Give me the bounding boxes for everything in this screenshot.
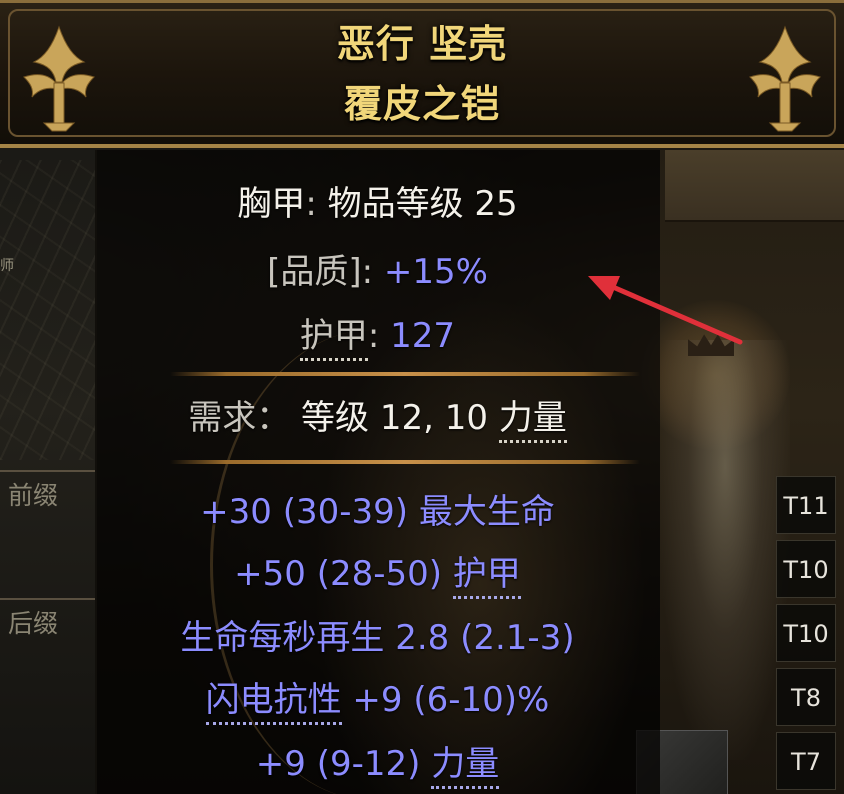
game-screen: 师 前缀 后缀 恶行 坚壳 覆皮之铠 胸甲: 物品等级 25 [品质]: +15… — [0, 0, 844, 794]
armour-label: 护甲 — [299, 316, 368, 361]
item-class-line: 胸甲: 物品等级 25 — [237, 184, 518, 224]
left-panel-texture — [0, 160, 95, 460]
modifier-tier-badge: T11 — [776, 476, 836, 534]
modifier-line: 闪电抗性 +9 (6-10)% — [95, 672, 660, 725]
requirements-label: 需求： — [188, 398, 291, 438]
modifier-text: +30 (30-39) 最大生命 — [200, 492, 555, 532]
modifier-text: 生命每秒再生 2.8 (2.1-3) — [180, 618, 575, 658]
item-class-label: 胸甲 — [237, 184, 306, 224]
item-name-header: 恶行 坚壳 覆皮之铠 — [0, 0, 844, 148]
requirements-stat: 力量 — [498, 398, 567, 443]
left-panel-divider — [0, 598, 95, 600]
tooltip-separator — [170, 460, 640, 464]
modifier-tier-badge: T7 — [776, 732, 836, 790]
armour-value: 127 — [390, 316, 456, 356]
item-name-line-1: 恶行 坚壳 — [336, 22, 508, 66]
modifier-keyword: 护甲 — [452, 554, 521, 599]
left-panel-small-tag: 师 — [0, 258, 14, 274]
prefix-section-label: 前缀 — [8, 481, 59, 510]
modifier-line: 生命每秒再生 2.8 (2.1-3) — [95, 610, 660, 659]
requirements-line: 需求： 等级 12, 10 力量 — [95, 390, 660, 443]
king-statue — [660, 340, 790, 760]
quality-line: [品质]: +15% — [95, 244, 660, 293]
modifier-text: +50 (28-50) — [234, 554, 453, 594]
item-level-label: 物品等级 — [327, 184, 464, 224]
item-name-line-2: 覆皮之铠 — [343, 82, 500, 126]
quality-value: +15% — [383, 252, 488, 292]
modifier-keyword: 力量 — [431, 744, 500, 789]
modifier-line: +50 (28-50) 护甲 — [95, 546, 660, 599]
modifier-text: +9 (6-10)% — [341, 680, 550, 720]
quality-label: [品质]: — [267, 252, 374, 292]
modifier-tier-badge: T10 — [776, 604, 836, 662]
tooltip-separator — [170, 372, 640, 376]
modifier-text: +9 (9-12) — [255, 744, 432, 784]
modifier-tier-badge: T10 — [776, 540, 836, 598]
requirements-level: 等级 12, 10 — [301, 398, 488, 438]
modifier-line: +9 (9-12) 力量 — [95, 736, 660, 789]
left-panel-divider — [0, 470, 95, 472]
item-level-value: 25 — [474, 184, 518, 224]
modifier-keyword: 闪电抗性 — [205, 680, 342, 725]
parchment-banner — [665, 150, 844, 222]
modifier-line: +30 (30-39) 最大生命 — [95, 484, 660, 533]
armour-line: 护甲: 127 — [95, 308, 660, 361]
annotation-arrow-icon — [588, 276, 743, 345]
modifier-tier-badge: T8 — [776, 668, 836, 726]
suffix-section-label: 后缀 — [8, 609, 59, 638]
